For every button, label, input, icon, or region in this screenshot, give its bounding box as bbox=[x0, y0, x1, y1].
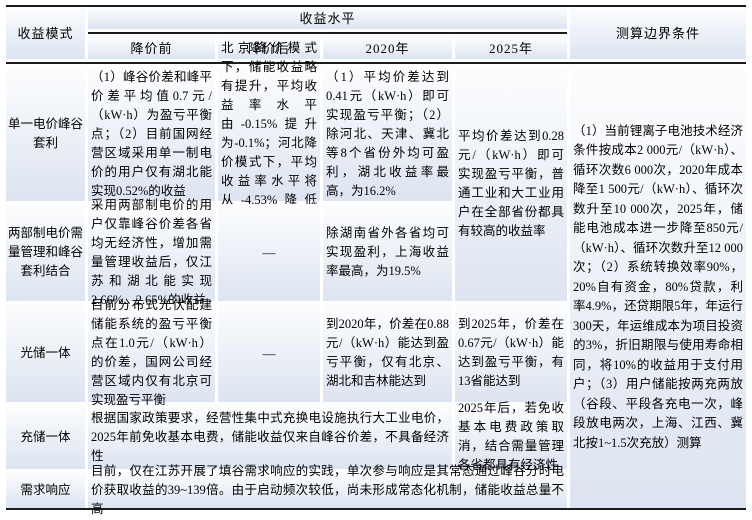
row-two-part-2020: 除湖南省外各省均可实现盈利，上海收益率最高，为19.5% bbox=[323, 204, 452, 301]
row-pv-storage-mode: 光储一体 bbox=[6, 304, 85, 402]
row-charge-storage-2025: 2025年后，若免收基本电费政策取消，结合需量管理各省都具有经济性 bbox=[455, 405, 567, 469]
header-mode: 收益模式 bbox=[6, 7, 85, 59]
header-boundary-conditions: 测算边界条件 bbox=[570, 7, 746, 59]
row-pv-storage-2020: 到2020年，价差在0.88元/（kW·h）能达到盈亏平衡，仅有北京、湖北和吉林… bbox=[323, 304, 452, 402]
cell-text: （1）平均价差达到0.41元（kW·h）即可实现盈亏平衡；（2）除河北、天津、冀… bbox=[323, 67, 452, 202]
cell-text: 目前，仅在江苏开展了填谷需求响应的实践，单次参与响应是其常态通过峰谷分时电价获取… bbox=[88, 461, 567, 520]
cell-boundary-conditions: （1）当前锂离子电池技术经济条件按成本2 000元/（kW·h）、循环次数6 0… bbox=[570, 67, 746, 508]
row-pv-storage-2025: 到2025年，价差在0.67元/（kW·h）能达到盈亏平衡，有13省能达到 bbox=[455, 304, 567, 402]
cell-text: 根据国家政策要求，经营性集中式充换电设施执行大工业电价，2025年前免收基本电费… bbox=[88, 408, 452, 467]
cell-text: 采用两部制电价的用户仅靠峰谷价差各省均无经济性，增加需量管理收益后，仅江苏和湖北… bbox=[88, 195, 215, 311]
rule-under-header bbox=[6, 62, 746, 64]
cell-text: 到2020年，价差在0.88元/（kW·h）能达到盈亏平衡，仅有北京、湖北和吉林… bbox=[323, 314, 452, 392]
row-charge-storage-merged: 根据国家政策要求，经营性集中式充换电设施执行大工业电价，2025年前免收基本电费… bbox=[88, 405, 452, 469]
cell-text: 北京降价模式下，储能收益略有提升，平均收益率水平由-0.15%提升为-0.1%；… bbox=[218, 38, 320, 230]
cell-text: （1）当前锂离子电池技术经济条件按成本2 000元/（kW·h）、循环次数6 0… bbox=[570, 121, 746, 455]
cell-2025-single-and-two-part: 平均价差达到0.28元/（kW·h）即可实现盈亏平衡，普通工业和大工业用户在全部… bbox=[455, 67, 567, 301]
header-2020: 2020年 bbox=[323, 37, 452, 59]
cell-text: 到2025年，价差在0.67元/（kW·h）能达到盈亏平衡，有13省能达到 bbox=[455, 314, 567, 392]
row-two-part-mode: 两部制电价需量管理和峰谷套利结合 bbox=[6, 204, 85, 301]
row-single-price-after: 北京降价模式下，储能收益略有提升，平均收益率水平由-0.15%提升为-0.1%；… bbox=[218, 67, 320, 201]
row-two-part-before: 采用两部制电价的用户仅靠峰谷价差各省均无经济性，增加需量管理收益后，仅江苏和湖北… bbox=[88, 204, 215, 301]
cell-text: 平均价差达到0.28元/（kW·h）即可实现盈亏平衡，普通工业和大工业用户在全部… bbox=[455, 126, 567, 242]
cell-text: （1）峰谷价差和峰平价差平均值0.7元/（kW·h）为盈亏平衡点；（2）目前国网… bbox=[88, 67, 215, 202]
row-pv-storage-before: 目前分布式光伏配建储能系统的盈亏平衡点在1.0元/（kW·h）的价差，国网公司经… bbox=[88, 304, 215, 402]
cell-text: 除湖南省外各省均可实现盈利，上海收益率最高，为19.5% bbox=[323, 223, 452, 282]
row-pv-storage-after-dash: — bbox=[218, 304, 320, 402]
row-demand-response-mode: 需求响应 bbox=[6, 472, 85, 508]
header-2025: 2025年 bbox=[455, 37, 567, 59]
storage-revenue-table: 收益模式 收益水平 测算边界条件 降价前 降价后 2020年 2025年 单一电… bbox=[6, 5, 746, 510]
row-demand-response-merged: 目前，仅在江苏开展了填谷需求响应的实践，单次参与响应是其常态通过峰谷分时电价获取… bbox=[88, 472, 567, 508]
row-charge-storage-mode: 充储一体 bbox=[6, 405, 85, 469]
row-single-price-2020: （1）平均价差达到0.41元（kW·h）即可实现盈亏平衡；（2）除河北、天津、冀… bbox=[323, 67, 452, 201]
cell-text: 目前分布式光伏配建储能系统的盈亏平衡点在1.0元/（kW·h）的价差，国网公司经… bbox=[88, 295, 215, 411]
row-two-part-after-dash: — bbox=[218, 204, 320, 301]
row-single-price-before: （1）峰谷价差和峰平价差平均值0.7元/（kW·h）为盈亏平衡点；（2）目前国网… bbox=[88, 67, 215, 201]
row-single-price-mode: 单一电价峰谷套利 bbox=[6, 67, 85, 201]
header-before-price-cut: 降价前 bbox=[88, 37, 215, 59]
rule-under-revenue-level bbox=[88, 32, 567, 34]
header-revenue-level: 收益水平 bbox=[88, 7, 567, 29]
